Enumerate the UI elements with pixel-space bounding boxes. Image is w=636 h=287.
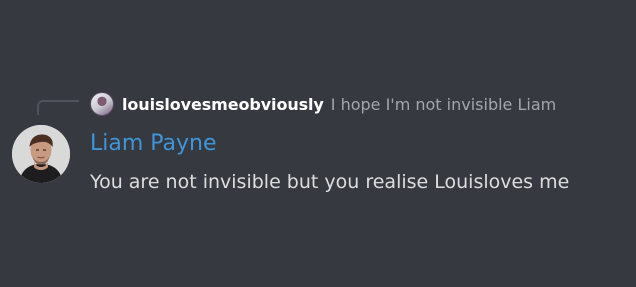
- message-text: You are not invisible but you realise Lo…: [90, 171, 570, 193]
- user-avatar-icon: [12, 125, 70, 183]
- reply-message-text[interactable]: I hope I'm not invisible Liam: [331, 95, 556, 114]
- chat-message: louislovesmeobviously I hope I'm not inv…: [0, 0, 636, 287]
- reply-author-name[interactable]: louislovesmeobviously: [122, 95, 324, 114]
- message-author-name[interactable]: Liam Payne: [90, 130, 217, 158]
- message-avatar-icon[interactable]: [12, 125, 70, 183]
- reply-preview[interactable]: louislovesmeobviously I hope I'm not inv…: [90, 91, 556, 117]
- reply-avatar-icon[interactable]: [90, 92, 114, 116]
- reply-connector-line: [37, 100, 79, 115]
